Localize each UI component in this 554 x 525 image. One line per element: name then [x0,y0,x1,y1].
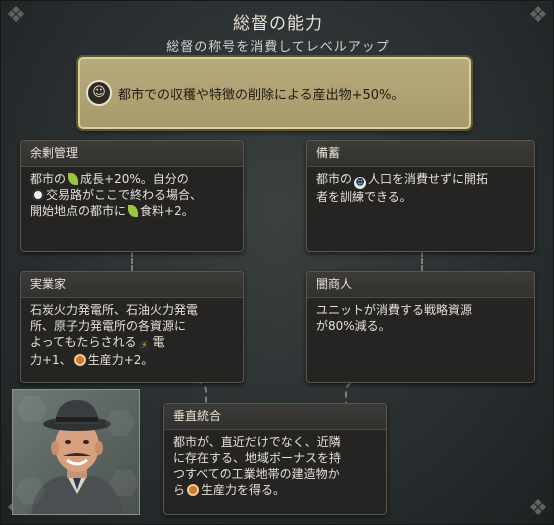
description-text: 都市の [316,172,353,186]
production-icon [187,484,200,496]
base-ability-text: 都市での収穫や特徴の削除による産出物+50%。 [118,88,405,103]
description-text: 交易路がここで終わる場合、 [46,188,203,202]
description-text: 開始地点の都市に [30,204,127,218]
promotion-card-provision[interactable]: 備蓄 都市の ☻ 人口を消費せずに開拓 者を訓練できる。 [306,140,535,252]
promotion-description: ユニットが消費する戦略資源 が80%減る。 [307,298,534,334]
description-text: 成長+20%。自分の [80,172,189,186]
description-text: に存在する、地域ボーナスを持 [173,451,342,465]
governor-seal-icon: ☺ [86,80,112,106]
description-text: 都市が、直近だけでなく、近隣 [173,435,341,449]
tree-connector [345,381,407,405]
growth-icon [68,173,79,185]
description-text: ら [173,483,186,497]
promotion-description: 都市の 成長+20%。自分の 交易路がここで終わる場合、 開始地点の都市に 食料+2… [21,167,243,219]
description-text: 者を訓練できる。 [316,190,412,204]
promotion-card-vertical-integration[interactable]: 垂直統合 都市が、直近だけでなく、近隣 に存在する、地域ボーナスを持 つすべての… [163,403,387,515]
description-text: 都市の [30,172,67,186]
description-text: 石炭火力発電所、石油火力発電 [30,303,199,317]
description-text: ユニットが消費する戦略資源 [316,303,473,317]
food-icon [128,205,139,217]
tree-connector [145,381,207,405]
panel-title: 総督の能力 [233,14,323,34]
production-icon [73,354,86,366]
promotion-title: 備蓄 [307,141,534,167]
tree-connector [131,251,133,271]
description-text: が80%減る。 [316,319,391,333]
description-text: つすべての工業地帯の建造物か [173,467,340,481]
promotion-title: 余剰管理 [21,141,243,167]
governor-promotion-panel: ❖ ❖ ❖ ❖ 総督の能力 総督の称号を消費してレベルアップ ☺ 都市での収穫や… [0,0,554,525]
description-text: 所、原子力発電所の各資源に [30,319,187,333]
tree-connector [421,251,423,271]
promotion-description: 都市が、直近だけでなく、近隣 に存在する、地域ボーナスを持 つすべての工業地帯の… [164,430,386,498]
corner-ornament-icon: ❖ [528,496,548,521]
description-text: よってもたらされる [30,335,137,349]
promotion-title: 垂直統合 [164,404,386,430]
promotion-description: 石炭火力発電所、石油火力発電 所、原子力発電所の各資源に よってもたらされる ⚡ 電… [21,298,243,368]
description-text: 生産力+2。 [87,353,154,367]
description-text: 食料+2。 [140,204,194,218]
promotion-title: 闇商人 [307,272,534,298]
panel-subtitle: 総督の称号を消費してレベルアップ [166,40,390,55]
promotion-card-surplus-logistics[interactable]: 余剰管理 都市の 成長+20%。自分の 交易路がここで終わる場合、 開始地点の都市… [20,140,244,252]
promotion-card-black-marketeer[interactable]: 闇商人 ユニットが消費する戦略資源 が80%減る。 [306,271,535,383]
description-text: 人口を消費せずに開拓 [368,172,489,186]
governor-portrait [12,389,140,515]
trade-route-icon [32,189,44,201]
promotion-card-industrialist[interactable]: 実業家 石炭火力発電所、石油火力発電 所、原子力発電所の各資源に よってもたらさ… [20,271,244,383]
description-text: 電 [152,335,165,349]
promotion-description: 都市の ☻ 人口を消費せずに開拓 者を訓練できる。 [307,167,534,205]
promotion-title: 実業家 [21,272,243,298]
power-icon: ⚡ [138,340,151,352]
description-text: 力+1、 [30,353,72,367]
base-ability-banner[interactable]: ☺ 都市での収穫や特徴の削除による産出物+50%。 [78,57,471,129]
citizen-icon: ☻ [354,177,367,189]
description-text: 生産力を得る。 [201,483,286,497]
